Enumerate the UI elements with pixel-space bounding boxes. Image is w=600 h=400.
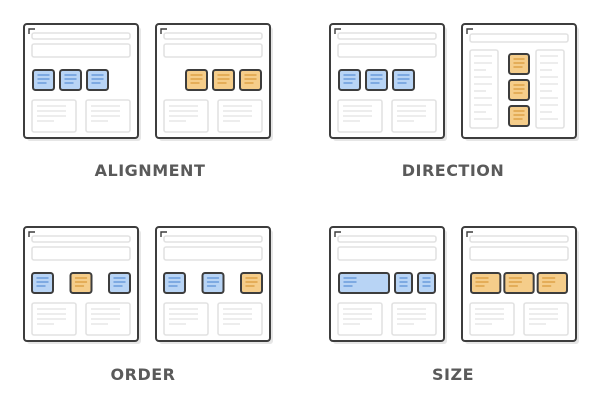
orange-flex-item — [470, 272, 502, 294]
panel-order-a — [23, 226, 141, 344]
label-alignment: ALIGNMENT — [95, 161, 206, 180]
label-size: SIZE — [432, 365, 474, 384]
orange-flex-item — [508, 105, 530, 127]
panel-alignment-a — [23, 23, 141, 141]
panel-direction-a — [329, 23, 447, 141]
orange-flex-item — [239, 69, 262, 91]
blue-flex-item — [163, 272, 186, 294]
orange-flex-item — [503, 272, 535, 294]
blue-flex-item — [86, 69, 109, 91]
blue-flex-item — [338, 272, 390, 294]
blue-flex-item — [59, 69, 82, 91]
panels-layer — [23, 23, 579, 344]
blue-flex-item — [392, 69, 415, 91]
blue-flex-item — [417, 272, 436, 294]
flexbox-diagram: ALIGNMENT DIRECTION ORDER SIZE — [0, 0, 600, 400]
orange-flex-item — [212, 69, 235, 91]
orange-flex-item — [536, 272, 569, 294]
label-direction: DIRECTION — [402, 161, 505, 180]
panel-size-b — [461, 226, 579, 344]
orange-flex-item — [240, 272, 263, 294]
blue-flex-item — [108, 272, 131, 294]
label-order: ORDER — [111, 365, 176, 384]
orange-flex-item — [508, 53, 530, 75]
blue-flex-item — [365, 69, 388, 91]
blue-flex-item — [31, 272, 54, 294]
panel-direction-b — [461, 23, 579, 141]
blue-flex-item — [32, 69, 55, 91]
orange-flex-item — [69, 272, 93, 294]
blue-flex-item — [338, 69, 361, 91]
panel-order-b — [155, 226, 273, 344]
panel-size-a — [329, 226, 447, 344]
panel-alignment-b — [155, 23, 273, 141]
blue-flex-item — [394, 272, 413, 294]
diagram-canvas: ALIGNMENT DIRECTION ORDER SIZE — [23, 23, 579, 384]
orange-flex-item — [185, 69, 208, 91]
orange-flex-item — [508, 79, 530, 101]
blue-flex-item — [201, 272, 225, 294]
